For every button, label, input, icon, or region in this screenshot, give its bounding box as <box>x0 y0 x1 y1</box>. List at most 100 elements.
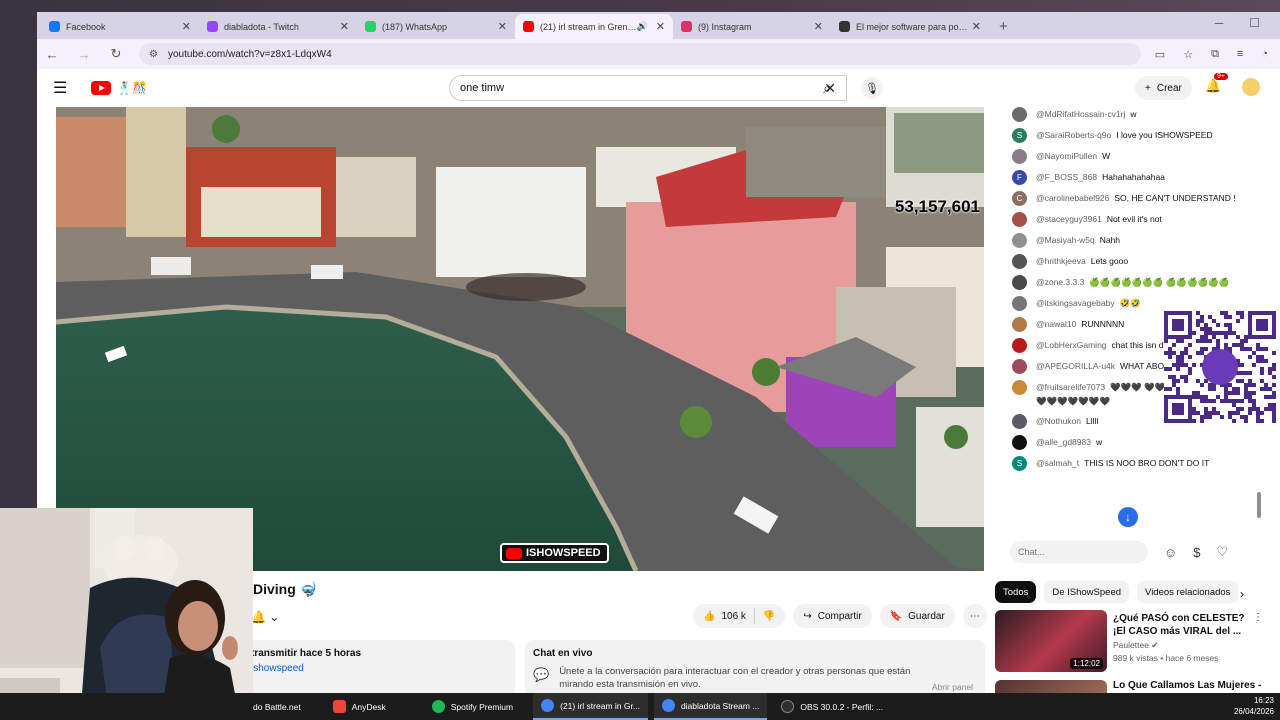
cast-icon[interactable]: ▭ <box>1155 48 1165 61</box>
youtube-logo[interactable]: 🕺🎊 <box>91 81 147 95</box>
chat-author[interactable]: @hrithkjeeva <box>1036 256 1086 266</box>
avatar[interactable] <box>1242 78 1260 96</box>
chat-avatar[interactable] <box>1012 359 1027 374</box>
chat-avatar[interactable]: F <box>1012 170 1027 185</box>
chip-todos[interactable]: Todos <box>995 581 1037 603</box>
chat-avatar[interactable] <box>1012 435 1027 450</box>
chat-avatar[interactable] <box>1012 107 1027 122</box>
chat-author[interactable]: @Nothukon <box>1036 416 1081 426</box>
recommendation-title[interactable]: Lo Que Callamos Las Mujeres - <box>1113 680 1261 691</box>
new-tab-button[interactable]: + <box>999 18 1008 35</box>
video-thumbnail[interactable] <box>995 680 1107 693</box>
chat-author[interactable]: @SaraiRoberts-q9o <box>1036 130 1111 140</box>
chat-author[interactable]: @alle_gd8983 <box>1036 437 1091 447</box>
mic-icon[interactable]: 🎙 <box>861 77 883 99</box>
chat-scrollbar[interactable] <box>1257 492 1261 518</box>
description-link[interactable]: ishowspeed <box>251 663 509 674</box>
share-button[interactable]: ↪ Compartir <box>793 604 872 628</box>
close-icon[interactable]: ✕ <box>972 20 981 33</box>
save-button[interactable]: 🔖 Guardar <box>879 604 955 628</box>
like-button[interactable]: 👍 106 k 👎 <box>693 604 786 628</box>
taskbar-item-battlenet[interactable]: do Battle.net <box>245 693 309 720</box>
profile-icon[interactable]: ◔ <box>1261 48 1268 61</box>
back-icon[interactable]: ← <box>43 47 61 62</box>
chat-avatar[interactable] <box>1012 414 1027 429</box>
chat-avatar[interactable] <box>1012 212 1027 227</box>
chat-avatar[interactable] <box>1012 149 1027 164</box>
taskbar-item-spotify[interactable]: Spotify Premium <box>424 693 521 720</box>
emoji-icon[interactable]: ☺ <box>1164 545 1177 560</box>
chat-author[interactable]: @staceyguy3961 <box>1036 214 1102 224</box>
chat-author[interactable]: @APEGORILLA-u4k <box>1036 361 1115 371</box>
menu-icon[interactable]: ☰ <box>53 78 73 98</box>
more-actions-button[interactable]: ⋯ <box>962 604 987 628</box>
chat-author[interactable]: @itskingsavagebaby <box>1036 298 1115 308</box>
extensions-icon[interactable]: ⧉ <box>1211 48 1219 61</box>
open-panel-button[interactable]: Abrir panel <box>932 682 973 692</box>
reload-icon[interactable]: ↻ <box>107 46 125 62</box>
video-player[interactable]: 53,157,601 ISHOWSPEED <box>56 107 984 571</box>
chat-avatar[interactable]: C <box>1012 191 1027 206</box>
taskbar-item-chrome-twitch[interactable]: diabladota Stream ... <box>653 693 768 720</box>
chat-avatar[interactable] <box>1012 275 1027 290</box>
media-icon[interactable]: ≡ <box>1237 48 1243 61</box>
chip-related[interactable]: Videos relacionados <box>1137 581 1239 603</box>
tab-youtube[interactable]: (21) irl stream in Grenada 🔊 ✕ <box>515 14 673 39</box>
chevron-right-icon[interactable]: › <box>1240 587 1244 601</box>
chat-author[interactable]: @salmah_t <box>1036 458 1079 468</box>
chat-author[interactable]: @F_BOSS_868 <box>1036 172 1097 182</box>
chat-author[interactable]: @Masiyah-w5q <box>1036 235 1095 245</box>
taskbar-item-anydesk[interactable]: AnyDesk <box>325 693 394 720</box>
chat-avatar[interactable] <box>1012 317 1027 332</box>
maximize-icon[interactable]: ☐ <box>1249 16 1260 30</box>
super-chat-icon[interactable]: $ <box>1193 545 1200 560</box>
search-button[interactable]: ⌕ <box>807 75 847 101</box>
system-clock[interactable]: 16:23 26/04/2026 <box>1234 695 1274 717</box>
forward-icon[interactable]: → <box>75 47 93 62</box>
url-field[interactable]: ⚙ youtube.com/watch?v=z8x1-LdqxW4 <box>139 43 1141 65</box>
minimize-icon[interactable]: ─ <box>1215 16 1224 30</box>
close-icon[interactable]: ✕ <box>814 20 823 33</box>
chat-avatar[interactable] <box>1012 233 1027 248</box>
taskbar-item-chrome-stream[interactable]: (21) irl stream in Gr... <box>533 693 648 720</box>
scroll-down-icon[interactable]: ↓ <box>1118 507 1138 527</box>
chat-author[interactable]: @NayomiPullen <box>1036 151 1097 161</box>
chat-author[interactable]: @nawal10 <box>1036 319 1076 329</box>
tab-twitch[interactable]: diabladota - Twitch ✕ <box>199 14 357 39</box>
subscribe-bell-icon[interactable]: 🔔 ⌄ <box>251 610 279 624</box>
tab-facebook[interactable]: Facebook ✕ <box>41 14 199 39</box>
taskbar-item-obs[interactable]: OBS 30.0.2 - Perfil: ... <box>773 693 891 720</box>
create-button[interactable]: + Crear <box>1135 76 1192 100</box>
close-icon[interactable]: ✕ <box>340 20 349 33</box>
tab-whatsapp[interactable]: (187) WhatsApp ✕ <box>357 14 515 39</box>
site-info-icon[interactable]: ⚙ <box>149 49 158 60</box>
thumbs-down-icon[interactable]: 👎 <box>763 611 775 622</box>
chat-avatar[interactable]: S <box>1012 128 1027 143</box>
chat-author[interactable]: @carolinebabel926 <box>1036 193 1109 203</box>
recommendation-title[interactable]: ¿Qué PASÓ con CELESTE? ¡El CASO más VIRA… <box>1113 612 1247 638</box>
search-input[interactable]: one timw ✕ <box>449 75 847 101</box>
tab-instagram[interactable]: (9) Instagram ✕ <box>673 14 831 39</box>
channel-name[interactable]: Paulettee ✔ <box>1113 640 1158 651</box>
close-icon[interactable]: ✕ <box>656 20 665 33</box>
close-icon[interactable]: ✕ <box>182 20 191 33</box>
heart-icon[interactable]: ♡ <box>1217 544 1229 560</box>
chat-avatar[interactable] <box>1012 338 1027 353</box>
bookmark-star-icon[interactable]: ☆ <box>1183 48 1193 61</box>
speaker-icon[interactable]: 🔊 <box>637 21 648 32</box>
chat-avatar[interactable]: S <box>1012 456 1027 471</box>
close-icon[interactable]: ✕ <box>498 20 507 33</box>
chat-input[interactable]: Chat... <box>1010 541 1148 563</box>
notifications-bell-icon[interactable]: 🔔 9+ <box>1205 73 1228 94</box>
video-thumbnail[interactable]: 1:12:02 <box>995 610 1107 672</box>
chat-author[interactable]: @fruitsarelife7073 <box>1036 382 1105 392</box>
chat-author[interactable]: @zone.3.3.3 <box>1036 277 1084 287</box>
chat-author[interactable]: @MdRifatHossain-cv1rj <box>1036 109 1125 119</box>
tab-software[interactable]: El mejor software para potencia ✕ <box>831 14 989 39</box>
chat-avatar[interactable] <box>1012 296 1027 311</box>
chat-author[interactable]: @LobHerxGaming <box>1036 340 1107 350</box>
more-icon[interactable]: ⋮ <box>1253 612 1263 623</box>
chip-channel[interactable]: De IShowSpeed <box>1044 581 1130 603</box>
chat-avatar[interactable] <box>1012 254 1027 269</box>
chat-avatar[interactable] <box>1012 380 1027 395</box>
